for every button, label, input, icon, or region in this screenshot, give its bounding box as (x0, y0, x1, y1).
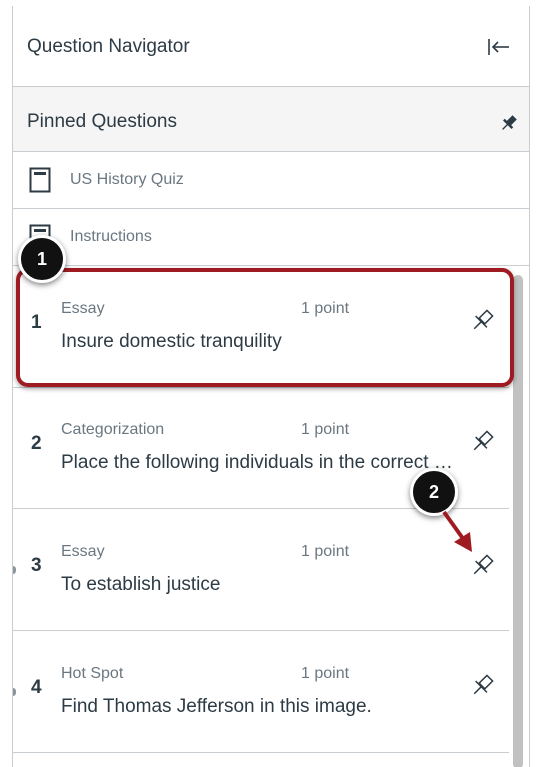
navigator-title: Question Navigator (27, 36, 190, 57)
nav-item-label: Instructions (70, 228, 152, 245)
callout-arrow (442, 510, 472, 552)
callout-badge-1: 1 (18, 235, 66, 283)
pin-outline-icon[interactable] (468, 307, 496, 335)
question-number: 4 (31, 677, 42, 698)
question-number: 2 (31, 433, 42, 454)
scrollbar-thumb[interactable] (513, 275, 523, 767)
pin-outline-icon[interactable] (468, 672, 496, 700)
question-text: Find Thomas Jefferson in this image. (61, 696, 372, 717)
collapse-left-icon[interactable] (485, 36, 513, 58)
pin-outline-icon[interactable] (468, 428, 496, 456)
question-type: Categorization (61, 421, 165, 438)
flag-indicator (13, 688, 16, 696)
question-text: To establish justice (61, 574, 221, 595)
question-type: Essay (61, 300, 105, 317)
question-points: 1 point (301, 543, 350, 560)
question-number: 1 (31, 312, 42, 333)
nav-item-label: US History Quiz (70, 171, 184, 188)
question-text: Place the following individuals in the c… (61, 452, 457, 473)
question-row-4[interactable]: 4 Hot Spot 1 point Find Thomas Jefferson… (13, 632, 509, 753)
scrollbar[interactable] (510, 267, 529, 767)
pin-outline-icon[interactable] (468, 552, 496, 580)
pin-icon (499, 113, 519, 133)
question-type: Essay (61, 543, 105, 560)
pinned-questions-title: Pinned Questions (27, 111, 177, 132)
flag-indicator (13, 566, 16, 574)
question-row-3[interactable]: 3 Essay 1 point To establish justice (13, 510, 509, 631)
question-row-1[interactable]: 1 Essay 1 point Insure domestic tranquil… (13, 267, 509, 388)
question-number: 3 (31, 555, 42, 576)
navigator-header: Question Navigator (13, 6, 529, 87)
question-text: Insure domestic tranquility (61, 331, 282, 352)
document-icon (29, 167, 51, 193)
question-points: 1 point (301, 421, 350, 438)
pinned-questions-header: Pinned Questions (13, 87, 529, 152)
nav-item-us-history-quiz[interactable]: US History Quiz (13, 152, 529, 209)
question-type: Hot Spot (61, 665, 124, 682)
question-points: 1 point (301, 665, 350, 682)
question-navigator-panel: Question Navigator Pinned Questions US H… (12, 6, 530, 767)
nav-item-instructions[interactable]: Instructions (13, 209, 529, 266)
question-points: 1 point (301, 300, 350, 317)
